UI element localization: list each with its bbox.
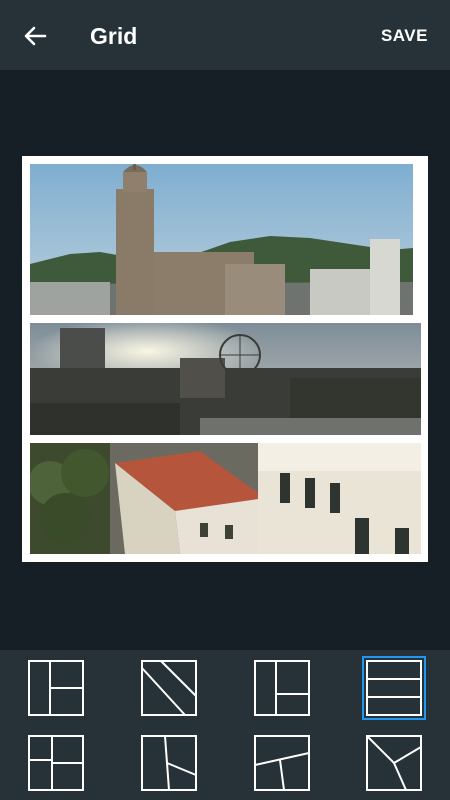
red-roof-buildings-photo[interactable]	[30, 443, 421, 554]
layout-diagonal-split[interactable]	[141, 660, 197, 716]
layout-y-split[interactable]	[366, 735, 422, 791]
page-title: Grid	[90, 23, 138, 49]
layout-three-rows[interactable]	[362, 656, 426, 720]
layout-panel	[0, 650, 450, 800]
ferris-wheel-skyline-photo[interactable]	[30, 323, 421, 435]
layout-slanted-right-split[interactable]	[141, 735, 197, 791]
layout-left-tall-right-split[interactable]	[28, 660, 84, 716]
layout-four-grid-variant[interactable]	[28, 735, 84, 791]
layout-left-tall-right-split-alt[interactable]	[254, 660, 310, 716]
cathedral-tower-photo[interactable]	[30, 164, 413, 315]
arrow-left-icon[interactable]	[20, 21, 50, 51]
save-button[interactable]: SAVE	[381, 23, 428, 49]
app-bar: Grid SAVE	[0, 0, 450, 70]
layout-angled-three[interactable]	[254, 735, 310, 791]
